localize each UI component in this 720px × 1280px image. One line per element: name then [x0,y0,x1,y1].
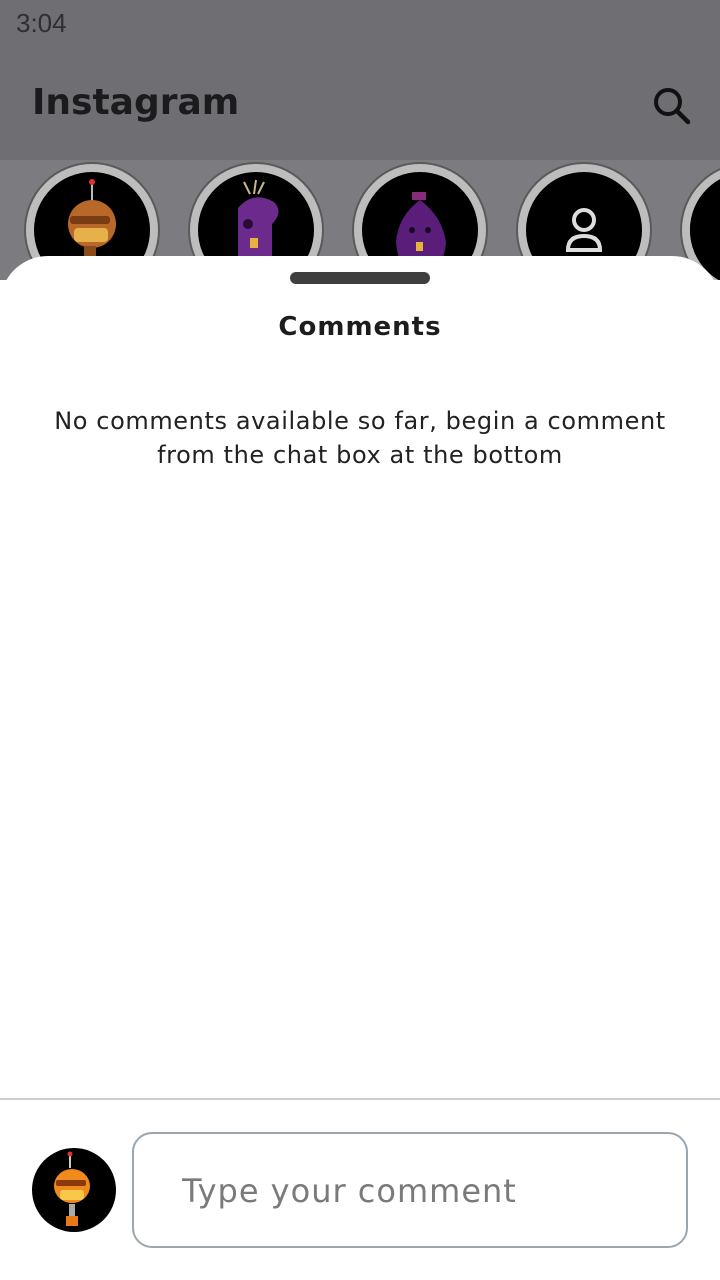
empty-comments-message: No comments available so far, begin a co… [54,407,666,469]
search-icon [654,88,691,125]
status-bar: 3:04 [0,0,720,52]
app-title: Instagram [32,82,240,123]
comment-input-box[interactable] [132,1132,688,1248]
comment-input[interactable] [180,1162,664,1220]
divider [0,1098,720,1100]
user-avatar [32,1148,116,1232]
status-time: 3:04 [16,8,67,38]
comments-title: Comments [278,312,442,342]
sheet-drag-handle[interactable] [290,272,430,284]
robot-avatar-icon [54,1151,90,1226]
search-button[interactable] [648,82,696,130]
app-header: Instagram [0,52,720,160]
comments-sheet: Comments No comments available so far, b… [0,256,720,1280]
